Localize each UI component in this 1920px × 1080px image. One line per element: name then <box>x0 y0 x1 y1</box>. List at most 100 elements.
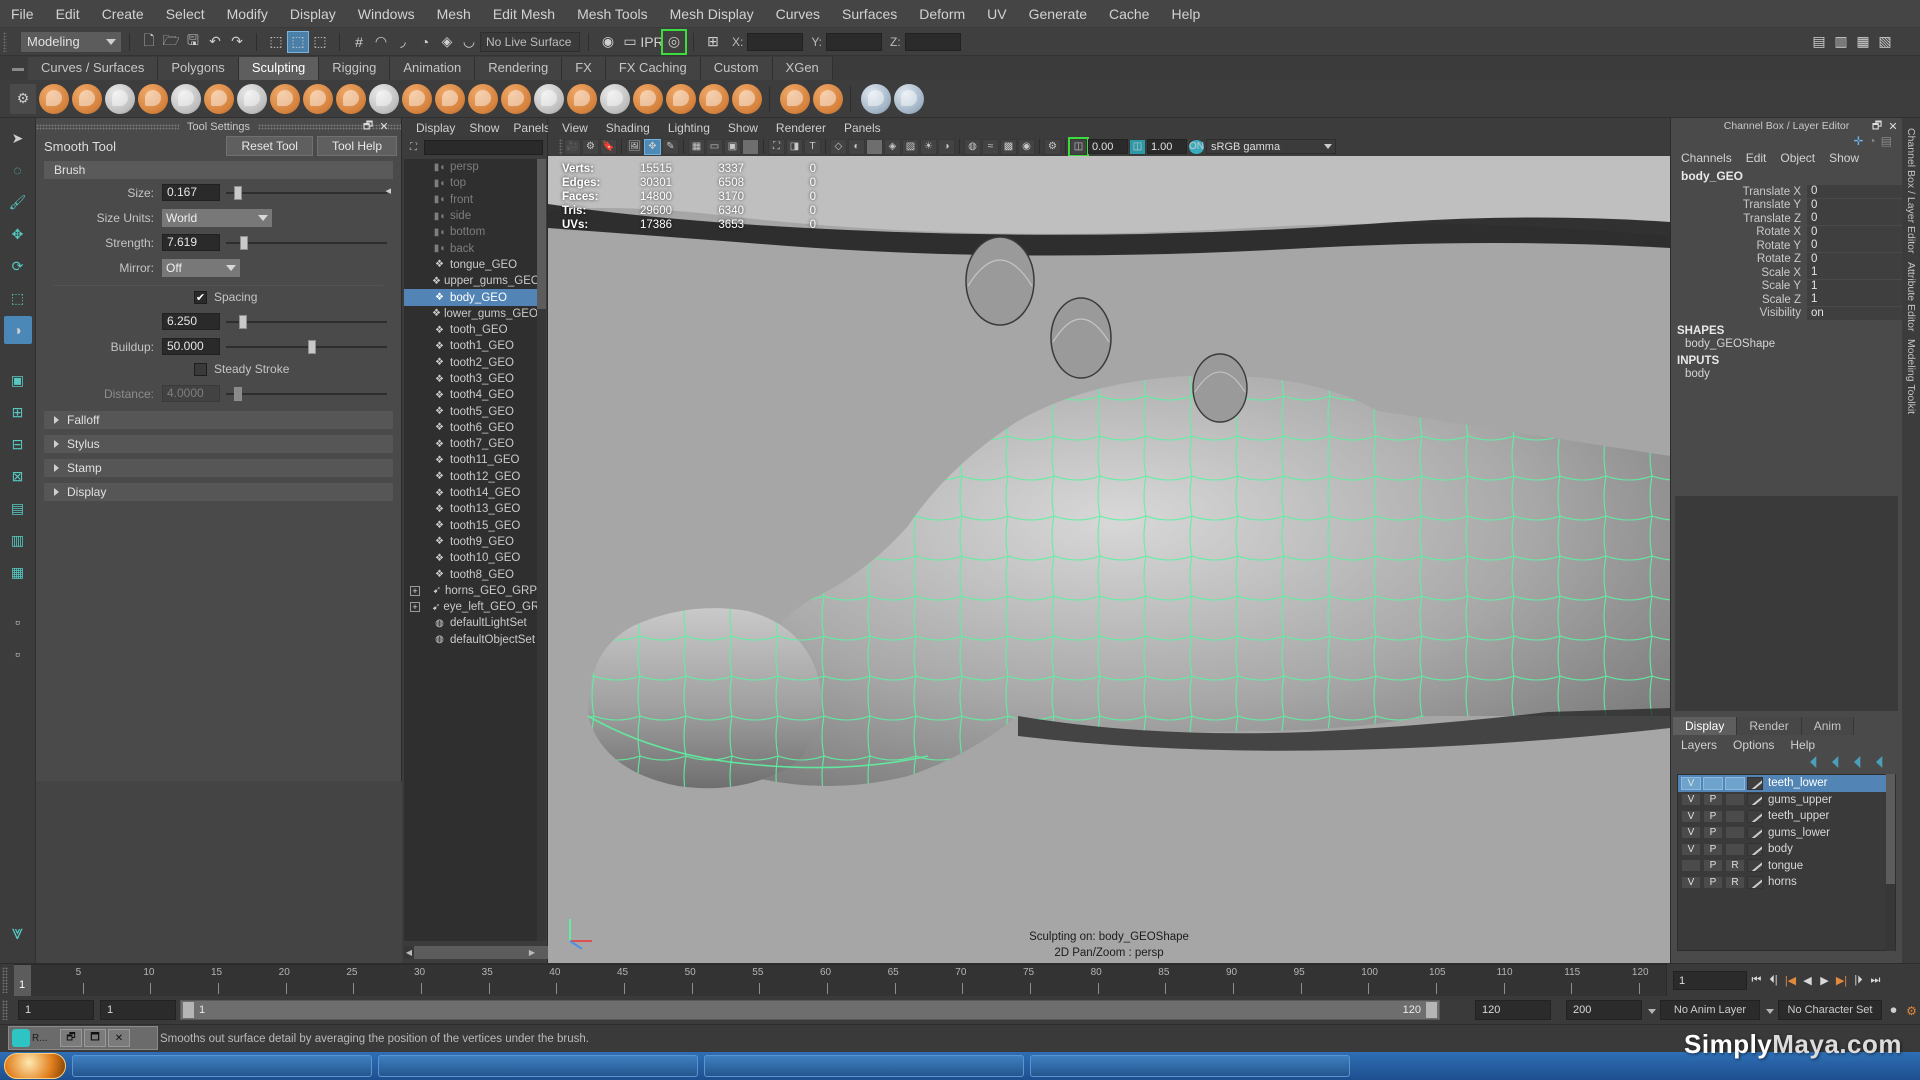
layout-two-pane-icon[interactable]: ⊟ <box>4 430 32 458</box>
list-item[interactable]: ❖ tooth4_GEO <box>404 387 537 403</box>
menu-item-edit-mesh[interactable]: Edit Mesh <box>482 2 566 26</box>
shelf-grip[interactable] <box>8 58 28 80</box>
display-section-header[interactable]: Display <box>44 483 393 501</box>
snap-view-plane-icon[interactable]: ◈ <box>436 31 458 53</box>
undock-icon[interactable]: 🗗 <box>1870 119 1884 133</box>
next-key-icon[interactable]: ▶| <box>1834 971 1849 991</box>
layer-color-swatch[interactable] <box>1747 859 1763 873</box>
viewport-menu-lighting[interactable]: Lighting <box>668 121 710 135</box>
go-to-end-icon[interactable]: ⏭ <box>1868 971 1883 991</box>
rotate-tool-icon[interactable]: ⟳ <box>4 252 32 280</box>
strength-input[interactable]: 7.619 <box>162 234 220 251</box>
list-item[interactable]: ▮◖ top <box>404 175 537 191</box>
select-tool-icon[interactable]: ➤ <box>4 124 32 152</box>
outliner-menu-show[interactable]: Show <box>469 121 499 135</box>
show-hide-tool-settings-icon[interactable]: ▦ <box>1852 31 1874 53</box>
outliner-horizontal-scrollbar[interactable]: ◀ ▶ <box>404 946 604 959</box>
sculpt-brush-icon-13[interactable] <box>435 83 465 114</box>
list-item[interactable]: ❖ tooth10_GEO <box>404 550 537 566</box>
anim-end-time-input[interactable]: 200 <box>1566 1000 1642 1020</box>
list-item[interactable]: ❖ tooth15_GEO <box>404 518 537 534</box>
shelf-tab-curves-surfaces[interactable]: Curves / Surfaces <box>28 57 159 80</box>
side-tab-attribute-editor[interactable]: Attribute Editor <box>1904 258 1918 335</box>
list-item[interactable]: ▮◖ back <box>404 240 537 256</box>
layer-visibility-toggle[interactable]: V <box>1681 826 1701 840</box>
range-slider-grip[interactable] <box>2 1000 8 1020</box>
outliner-menu-panels[interactable]: Panels <box>513 121 550 135</box>
close-icon[interactable]: ✕ <box>1886 119 1900 133</box>
channelbox-menu-show[interactable]: Show <box>1829 151 1859 165</box>
go-to-start-icon[interactable]: ⏮ <box>1749 971 1764 991</box>
sculpt-util-icon-2[interactable] <box>894 83 924 114</box>
exposure-value-input[interactable]: 0.00 <box>1088 139 1128 154</box>
shape-node-name[interactable]: body_GEOShape <box>1671 338 1902 350</box>
layer-row[interactable]: V Pgums_lower <box>1678 825 1895 842</box>
expand-toggle-icon[interactable]: + <box>410 585 420 596</box>
layout-outliner-persp-icon[interactable]: ▤ <box>4 494 32 522</box>
list-item[interactable]: ▮◖ bottom <box>404 224 537 240</box>
viewport-menu-show[interactable]: Show <box>728 121 758 135</box>
menu-item-mesh[interactable]: Mesh <box>426 2 482 26</box>
sculpt-tool-icon[interactable]: ◑ <box>3 316 32 344</box>
shelf-tab-rigging[interactable]: Rigging <box>319 57 391 80</box>
current-time-indicator[interactable]: 1 <box>14 965 31 996</box>
channelbox-menu-channels[interactable]: Channels <box>1681 151 1732 165</box>
layer-color-swatch[interactable] <box>1747 776 1763 790</box>
viewport-menu-shading[interactable]: Shading <box>606 121 650 135</box>
shelf-tab-animation[interactable]: Animation <box>390 57 476 80</box>
layer-row[interactable]: V Pteeth_upper <box>1678 808 1895 825</box>
list-item[interactable]: ❖ tooth14_GEO <box>404 485 537 501</box>
current-frame-input[interactable]: 1 <box>1673 971 1747 990</box>
menu-item-cache[interactable]: Cache <box>1098 2 1160 26</box>
sculpt-brush-icon-15[interactable] <box>501 83 531 114</box>
step-back-key-icon[interactable]: ⏴| <box>1766 971 1781 991</box>
multisample-icon[interactable]: ▩ <box>1000 138 1017 155</box>
layout-hypershade-icon[interactable]: ▥ <box>4 526 32 554</box>
falloff-section-header[interactable]: Falloff <box>44 411 393 429</box>
list-item[interactable]: ❖ tooth13_GEO <box>404 501 537 517</box>
list-item[interactable]: ❖ lower_gums_GEO <box>404 306 537 322</box>
input-selection-icon[interactable]: ⊞ <box>702 31 724 53</box>
layer-playback-toggle[interactable]: P <box>1703 793 1723 807</box>
taskbar-item[interactable] <box>72 1055 372 1077</box>
outliner-filter-icon[interactable]: ⛶ <box>406 140 421 155</box>
xray-icon[interactable]: T <box>804 138 821 155</box>
scroll-left-arrow-icon[interactable]: ◀ <box>404 946 414 959</box>
side-tab-modeling-toolkit[interactable]: Modeling Toolkit <box>1904 335 1918 418</box>
options-icon[interactable]: ▤ <box>1881 134 1892 148</box>
floating-script-window[interactable]: R... 🗗 🗖 ✕ <box>8 1026 158 1050</box>
layer-color-swatch[interactable] <box>1747 875 1763 889</box>
attribute-value[interactable]: 0 <box>1807 212 1902 226</box>
coord-y-field[interactable] <box>826 32 883 51</box>
layer-visibility-toggle[interactable]: V <box>1681 875 1701 889</box>
viewport-menu-renderer[interactable]: Renderer <box>776 121 826 135</box>
layer-list-scrollbar[interactable] <box>1886 774 1895 951</box>
layer-row[interactable]: V Pgums_upper <box>1678 792 1895 809</box>
attribute-value[interactable]: 1 <box>1807 266 1902 280</box>
show-hide-modeling-toolkit-icon[interactable]: ▤ <box>1808 31 1830 53</box>
stamp-section-header[interactable]: Stamp <box>44 459 393 477</box>
list-item[interactable]: ❖ tooth9_GEO <box>404 534 537 550</box>
layer-menu-layers[interactable]: Layers <box>1681 738 1717 752</box>
shelf-tab-polygons[interactable]: Polygons <box>158 57 239 80</box>
layer-reference-toggle[interactable] <box>1725 842 1745 856</box>
list-item[interactable]: + ➹ horns_GEO_GRP <box>404 583 537 599</box>
list-item[interactable]: ❖ tooth7_GEO <box>404 436 537 452</box>
sculpt-brush-icon-5[interactable] <box>171 83 201 114</box>
layer-playback-toggle[interactable]: P <box>1703 826 1723 840</box>
chevron-down-icon[interactable] <box>1766 1009 1774 1014</box>
create-empty-layer-icon[interactable] <box>1854 756 1861 768</box>
wireframe-shading-icon[interactable]: ◇ <box>830 138 847 155</box>
buildup-input[interactable]: 50.000 <box>162 338 220 355</box>
layout-graph-editor-icon[interactable]: ▦ <box>4 558 32 586</box>
select-hierarchy-icon[interactable]: ⬚ <box>265 31 287 53</box>
image-plane-icon[interactable]: 🖼 <box>626 138 643 155</box>
layer-tab-render[interactable]: Render <box>1737 717 1802 735</box>
toolbar-grip[interactable] <box>3 31 7 52</box>
sculpt-brush-icon-10[interactable] <box>336 83 366 114</box>
snap-curve-icon[interactable]: ◠ <box>370 31 392 53</box>
spacing-slider[interactable] <box>226 313 387 330</box>
move-layer-up-icon[interactable] <box>1810 756 1817 768</box>
display-layer-list[interactable]: Vteeth_lower V Pgums_upper V Pteeth_upper V Pg… <box>1677 774 1896 951</box>
list-item[interactable]: ❖ tooth6_GEO <box>404 420 537 436</box>
